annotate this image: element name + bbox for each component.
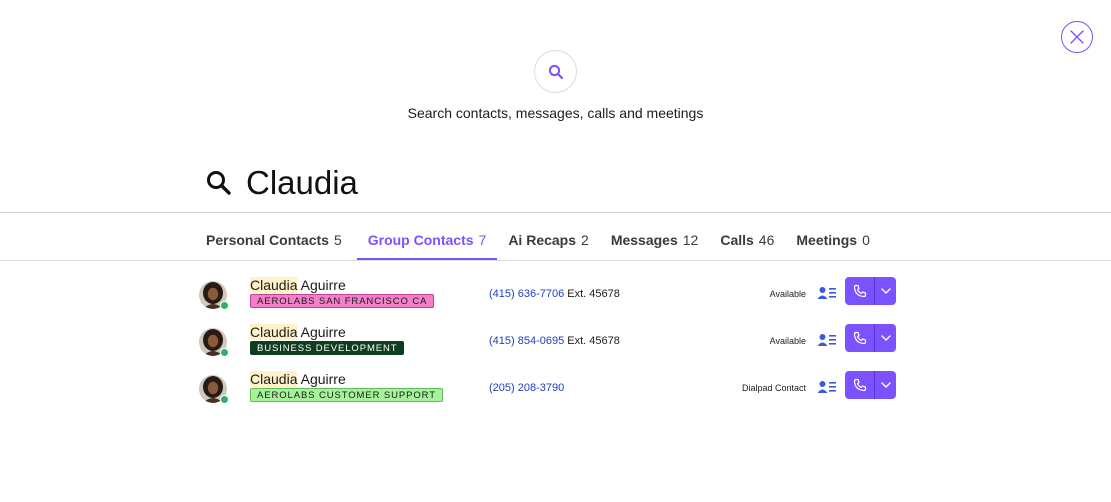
contact-row[interactable]: Claudia Aguirre AEROLABS SAN FRANCISCO C… <box>195 277 900 321</box>
call-options-button[interactable] <box>875 277 896 305</box>
department-tag: AEROLABS SAN FRANCISCO CA <box>250 294 435 308</box>
call-button-group <box>845 277 896 305</box>
phone-number-link[interactable]: (205) 208-3790 <box>489 382 564 394</box>
close-button[interactable] <box>1061 21 1093 53</box>
tab-ai-recaps[interactable]: Ai Recaps 2 <box>497 220 600 260</box>
divider <box>0 212 1111 213</box>
divider <box>0 260 1111 261</box>
department-tag: AEROLABS CUSTOMER SUPPORT <box>250 388 443 402</box>
call-button[interactable] <box>845 277 874 305</box>
phone-info: (415) 854-0695 Ext. 45678 <box>489 335 620 347</box>
name-match: Claudia <box>250 324 298 340</box>
close-icon <box>1070 30 1084 44</box>
hero-search-badge <box>534 50 577 93</box>
call-button-group <box>845 324 896 352</box>
contact-name[interactable]: Claudia Aguirre <box>250 277 346 293</box>
tab-personal-contacts[interactable]: Personal Contacts 5 <box>195 220 353 260</box>
search-icon <box>548 64 563 79</box>
avatar[interactable] <box>199 375 229 404</box>
tab-label: Messages <box>610 232 678 248</box>
tab-label: Meetings <box>796 232 858 248</box>
tab-count: 0 <box>862 232 870 248</box>
name-rest: Aguirre <box>297 324 346 340</box>
call-options-button[interactable] <box>875 371 896 399</box>
tab-count: 46 <box>758 232 775 248</box>
hero-text: Search contacts, messages, calls and mee… <box>407 105 704 121</box>
tab-label: Personal Contacts <box>206 232 329 248</box>
name-match: Claudia <box>250 277 298 293</box>
avatar[interactable] <box>199 281 229 310</box>
contact-card-icon[interactable] <box>817 379 837 395</box>
status-label: Available <box>769 289 806 299</box>
phone-number-link[interactable]: (415) 636-7706 <box>489 288 564 300</box>
contact-card-icon[interactable] <box>817 332 837 348</box>
phone-extension: Ext. 45678 <box>564 288 620 300</box>
presence-indicator <box>220 348 229 357</box>
tab-calls[interactable]: Calls 46 <box>709 220 785 260</box>
contact-card-icon[interactable] <box>817 285 837 301</box>
tab-count: 5 <box>333 232 342 248</box>
result-tabs: Personal Contacts 5 Group Contacts 7 Ai … <box>195 220 881 261</box>
presence-indicator <box>220 301 229 310</box>
phone-icon <box>853 378 866 392</box>
phone-info: (415) 636-7706 Ext. 45678 <box>489 288 620 300</box>
contact-name[interactable]: Claudia Aguirre <box>250 324 346 340</box>
department-tag: BUSINESS DEVELOPMENT <box>250 341 405 355</box>
contact-name[interactable]: Claudia Aguirre <box>250 371 346 387</box>
name-match: Claudia <box>250 371 298 387</box>
call-button-group <box>845 371 896 399</box>
chevron-down-icon <box>880 335 891 341</box>
search-hero: Search contacts, messages, calls and mee… <box>0 50 1111 121</box>
status-label: Available <box>769 336 806 346</box>
chevron-down-icon <box>880 288 891 294</box>
phone-extension: Ext. 45678 <box>564 335 620 347</box>
tab-label: Ai Recaps <box>508 232 577 248</box>
tab-count: 2 <box>581 232 589 248</box>
phone-icon <box>853 284 866 298</box>
search-input[interactable] <box>246 164 846 202</box>
tab-group-contacts[interactable]: Group Contacts 7 <box>356 220 498 261</box>
tab-count: 12 <box>682 232 699 248</box>
contact-row[interactable]: Claudia Aguirre AEROLABS CUSTOMER SUPPOR… <box>195 371 900 415</box>
tab-meetings[interactable]: Meetings 0 <box>785 220 880 260</box>
avatar[interactable] <box>199 328 229 357</box>
presence-indicator <box>220 395 229 404</box>
tab-label: Calls <box>720 232 754 248</box>
call-button[interactable] <box>845 371 874 399</box>
call-button[interactable] <box>845 324 874 352</box>
chevron-down-icon <box>880 382 891 388</box>
phone-icon <box>853 331 866 345</box>
name-rest: Aguirre <box>297 277 346 293</box>
tab-messages[interactable]: Messages 12 <box>600 220 710 260</box>
contact-row[interactable]: Claudia Aguirre BUSINESS DEVELOPMENT (41… <box>195 324 900 368</box>
tab-label: Group Contacts <box>367 232 474 248</box>
phone-info: (205) 208-3790 <box>489 382 564 394</box>
phone-number-link[interactable]: (415) 854-0695 <box>489 335 564 347</box>
search-bar <box>205 163 846 203</box>
search-icon <box>207 171 231 195</box>
name-rest: Aguirre <box>297 371 346 387</box>
tab-count: 7 <box>478 232 487 248</box>
status-label: Dialpad Contact <box>741 383 806 393</box>
call-options-button[interactable] <box>875 324 896 352</box>
